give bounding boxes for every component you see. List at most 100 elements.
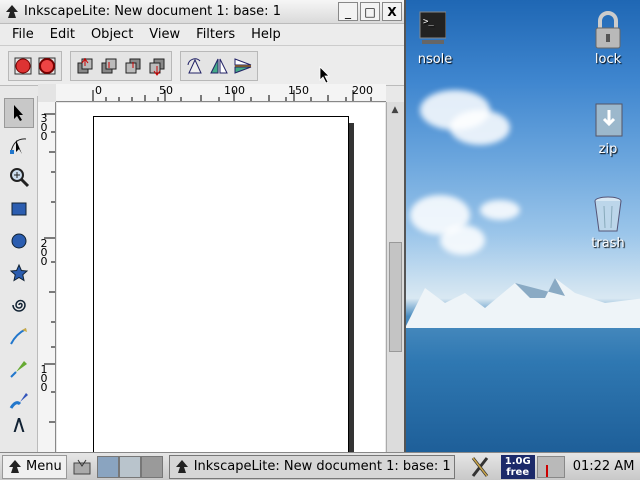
menubar: File Edit Object View Filters Help bbox=[0, 24, 404, 46]
toolbox bbox=[0, 96, 38, 452]
spiral-tool[interactable] bbox=[4, 290, 34, 320]
document-page bbox=[93, 116, 349, 452]
task-label: InkscapeLite: New document 1: base: 1 bbox=[193, 459, 451, 474]
ruler-label: 100 bbox=[40, 363, 48, 394]
stroke-to-path-icon[interactable] bbox=[36, 55, 58, 77]
lock-icon bbox=[590, 10, 626, 50]
transform-toolbar-group bbox=[180, 50, 258, 81]
star-icon bbox=[9, 263, 29, 282]
ruler-label: 0 bbox=[95, 84, 102, 97]
path-toolbar-group bbox=[8, 50, 62, 81]
text-tool[interactable] bbox=[4, 418, 34, 432]
window-titlebar[interactable]: InkscapeLite: New document 1: base: 1 _ … bbox=[0, 0, 404, 24]
desktop-icon-label: lock bbox=[594, 52, 622, 67]
desktop-icon-lock[interactable]: lock bbox=[578, 10, 638, 67]
inkscape-logo-icon bbox=[9, 459, 21, 473]
menu-object[interactable]: Object bbox=[83, 27, 141, 42]
workspace-pager bbox=[96, 455, 163, 478]
clock: 01:22 AM bbox=[572, 459, 635, 474]
zip-icon bbox=[590, 100, 626, 140]
commands-toolbar bbox=[0, 46, 404, 86]
ruler-label: 50 bbox=[159, 84, 173, 97]
ruler-corner bbox=[38, 84, 56, 102]
window-title: InkscapeLite: New document 1: base: 1 bbox=[24, 4, 281, 19]
rectangle-tool[interactable] bbox=[4, 194, 34, 224]
rotate-icon[interactable] bbox=[184, 55, 206, 77]
node-editor-icon bbox=[10, 138, 27, 154]
menu-filters[interactable]: Filters bbox=[188, 27, 243, 42]
memory-label: free bbox=[506, 466, 530, 478]
menu-view[interactable]: View bbox=[141, 27, 188, 42]
taskbar-window-button[interactable]: InkscapeLite: New document 1: base: 1 bbox=[168, 454, 455, 479]
zorder-toolbar-group bbox=[70, 50, 172, 81]
maximize-button[interactable]: □ bbox=[360, 2, 380, 21]
close-button[interactable]: X bbox=[382, 2, 402, 21]
workspace-3[interactable] bbox=[140, 455, 163, 478]
circle-icon bbox=[11, 233, 27, 249]
mountains-image bbox=[405, 278, 640, 328]
pen-icon bbox=[10, 361, 27, 378]
text-icon bbox=[13, 418, 25, 432]
vertical-scrollbar[interactable]: ▲ bbox=[386, 102, 404, 452]
flip-vertical-icon[interactable] bbox=[232, 55, 254, 77]
scrollbar-thumb[interactable] bbox=[389, 242, 402, 352]
trash-icon bbox=[590, 194, 626, 234]
spiral-icon bbox=[12, 299, 26, 312]
ruler-label: 300 bbox=[40, 112, 48, 143]
menu-edit[interactable]: Edit bbox=[42, 27, 83, 42]
console-icon: >_ bbox=[410, 10, 447, 50]
horizontal-ruler[interactable]: 0 50 100 150 200 bbox=[56, 84, 386, 102]
inkscape-window: InkscapeLite: New document 1: base: 1 _ … bbox=[0, 0, 406, 452]
ruler-label: 200 bbox=[352, 84, 373, 97]
mouse-cursor-icon bbox=[319, 66, 330, 84]
desktop-icon-label: zip bbox=[598, 142, 618, 157]
memory-amount: 1.0G bbox=[504, 455, 531, 467]
calligraphy-icon bbox=[9, 393, 28, 409]
svg-text:>_: >_ bbox=[423, 17, 434, 27]
menu-file[interactable]: File bbox=[4, 27, 42, 42]
scroll-up-arrow-icon[interactable]: ▲ bbox=[387, 102, 403, 118]
start-menu-button[interactable]: Menu bbox=[2, 454, 67, 479]
ellipse-tool[interactable] bbox=[4, 226, 34, 256]
arrow-icon bbox=[14, 105, 23, 121]
memory-monitor: 1.0G free bbox=[500, 454, 535, 479]
desktop-icon-label: nsole bbox=[417, 52, 453, 67]
object-to-path-icon[interactable] bbox=[12, 55, 34, 77]
vertical-ruler[interactable]: 300 200 100 bbox=[38, 102, 56, 452]
ruler-label: 100 bbox=[224, 84, 245, 97]
lower-icon[interactable] bbox=[122, 55, 144, 77]
node-tool[interactable] bbox=[4, 130, 34, 160]
x-logo-icon[interactable] bbox=[469, 456, 491, 478]
calligraphy-tool[interactable] bbox=[4, 386, 34, 416]
cpu-meter bbox=[536, 455, 565, 478]
desktop-icon-zip[interactable]: zip bbox=[578, 100, 638, 157]
minimize-button[interactable]: _ bbox=[338, 2, 358, 21]
desktop-icon-trash[interactable]: trash bbox=[578, 194, 638, 251]
star-tool[interactable] bbox=[4, 258, 34, 288]
launcher-icon[interactable] bbox=[71, 456, 93, 478]
zoom-tool[interactable] bbox=[4, 162, 34, 192]
raise-icon[interactable] bbox=[98, 55, 120, 77]
lower-to-bottom-icon[interactable] bbox=[146, 55, 168, 77]
desktop-icon-console[interactable]: >_ nsole bbox=[398, 10, 458, 67]
ruler-label: 150 bbox=[288, 84, 309, 97]
menu-help[interactable]: Help bbox=[243, 27, 289, 42]
inkscape-logo-icon bbox=[175, 459, 188, 473]
rectangle-icon bbox=[11, 202, 27, 216]
flip-horizontal-icon[interactable] bbox=[208, 55, 230, 77]
selector-tool[interactable] bbox=[4, 98, 34, 128]
magnifier-icon bbox=[10, 168, 30, 188]
pencil-icon bbox=[10, 328, 27, 345]
drawing-canvas[interactable] bbox=[57, 103, 385, 452]
page-shadow bbox=[349, 123, 354, 452]
workspace-1[interactable] bbox=[96, 455, 119, 478]
taskbar: Menu InkscapeLite: New document 1: base:… bbox=[0, 452, 640, 480]
ruler-label: 200 bbox=[40, 237, 48, 268]
menu-label: Menu bbox=[26, 459, 62, 474]
desktop-icon-label: trash bbox=[591, 236, 625, 251]
raise-to-top-icon[interactable] bbox=[74, 55, 96, 77]
inkscape-logo-icon bbox=[6, 4, 18, 18]
pen-tool[interactable] bbox=[4, 354, 34, 384]
workspace-2[interactable] bbox=[118, 455, 141, 478]
pencil-tool[interactable] bbox=[4, 322, 34, 352]
